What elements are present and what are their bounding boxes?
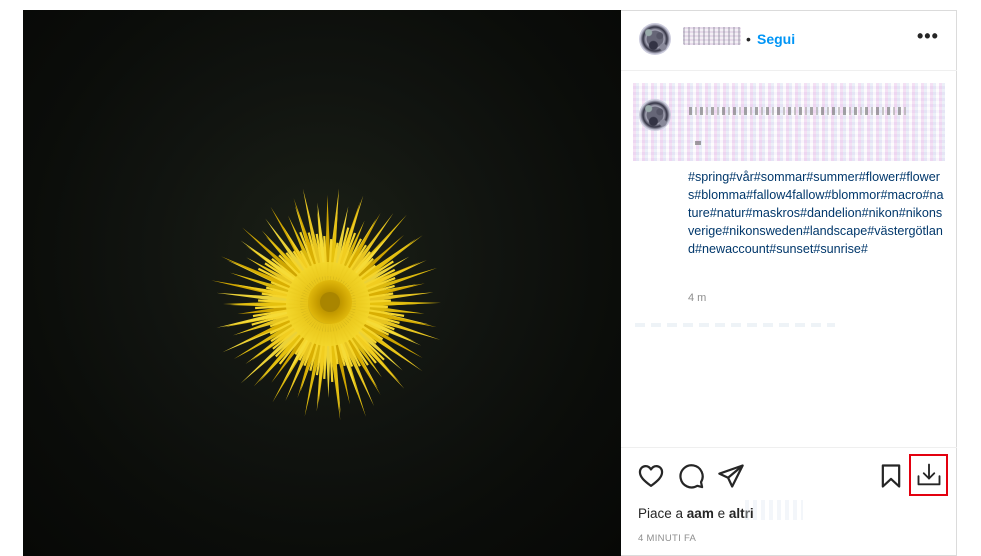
download-button[interactable]: [909, 454, 948, 496]
caption-timestamp: 4 m: [688, 292, 707, 304]
comment-bubble-icon[interactable]: [677, 462, 705, 490]
caption-hashtags[interactable]: #spring#vår#sommar#summer#flower#flowers…: [688, 168, 946, 258]
download-icon: [917, 463, 941, 486]
caption-author-avatar[interactable]: [639, 99, 671, 131]
paper-plane-icon[interactable]: [717, 462, 745, 490]
likes-and: e: [717, 506, 726, 521]
caption-blurred-text: [689, 107, 909, 115]
likes-user-link[interactable]: aam: [687, 506, 714, 521]
more-options-icon[interactable]: •••: [917, 27, 941, 45]
faint-comment-placeholder: [635, 323, 835, 327]
instagram-post-view: • Segui ••• #spring#vår#sommar#summer#fl…: [0, 0, 981, 556]
post-timestamp: 4 MINUTI FA: [638, 533, 697, 544]
header-separator: •: [746, 31, 751, 47]
author-avatar[interactable]: [639, 23, 671, 55]
bookmark-icon[interactable]: [877, 462, 905, 490]
author-username-blurred[interactable]: [683, 27, 741, 45]
post-header: • Segui •••: [621, 11, 957, 71]
post-side-panel: • Segui ••• #spring#vår#sommar#summer#fl…: [621, 10, 957, 556]
likes-summary: Piace a aam e altri: [638, 506, 754, 521]
caption-blurred-text-end: [695, 141, 701, 145]
likes-prefix: Piace a: [638, 506, 684, 521]
dandelion-image: [211, 188, 441, 421]
heart-icon[interactable]: [637, 462, 665, 490]
follow-button[interactable]: Segui: [757, 31, 795, 47]
post-photo-dandelion[interactable]: [23, 10, 621, 556]
likes-blurred-area: [745, 500, 803, 520]
post-actions-bar: Piace a aam e altri 4 MINUTI FA: [621, 447, 957, 556]
caption-blurred-area: [633, 83, 945, 161]
